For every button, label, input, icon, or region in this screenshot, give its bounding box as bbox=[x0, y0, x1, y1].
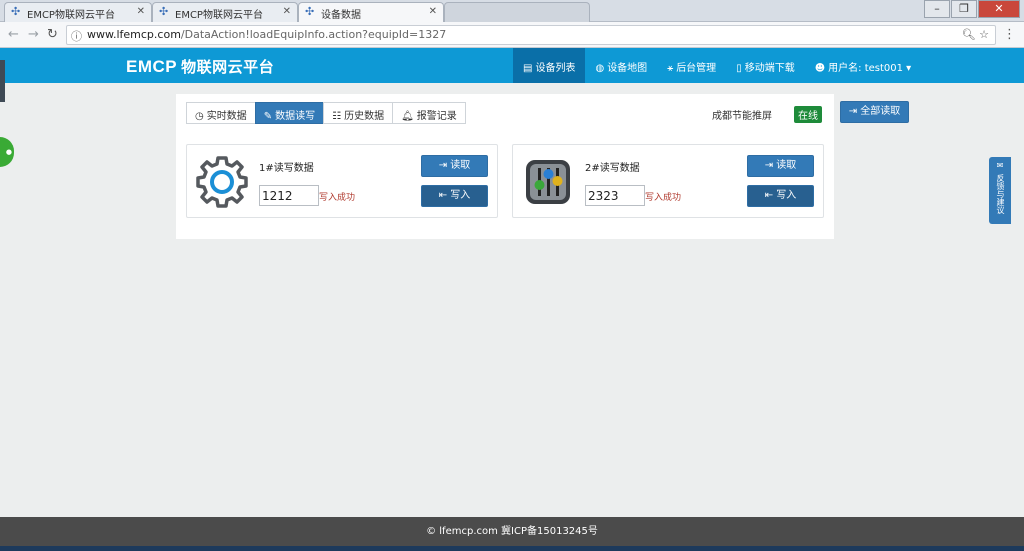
comment-icon: ✉ bbox=[996, 161, 1004, 170]
nav-user-menu[interactable]: ☻ 用户名: test001 ▾ bbox=[805, 48, 921, 83]
read-write-card-1: 1#读写数据 写入成功 ⇥ 读取 ⇤ 写入 bbox=[186, 144, 498, 218]
browser-menu-icon[interactable]: ⋮ bbox=[1003, 27, 1016, 42]
tab-close-icon[interactable]: ✕ bbox=[137, 6, 145, 17]
sub-tabs: ◷ 实时数据 ✎ 数据读写 ☷ 历史数据 🔔︎ 报警记录 bbox=[186, 102, 466, 124]
url-path: /DataAction!loadEquipInfo.action?equipId… bbox=[180, 28, 447, 41]
address-input[interactable]: ⓘ www.lfemcp.com/DataAction!loadEquipInf… bbox=[66, 25, 996, 45]
forward-icon[interactable]: → bbox=[28, 27, 39, 42]
write-button[interactable]: ⇤ 写入 bbox=[421, 185, 488, 207]
button-label: 读取 bbox=[776, 160, 797, 171]
write-icon: ⇤ bbox=[764, 190, 777, 201]
tab-label: 数据读写 bbox=[275, 111, 316, 122]
browser-tab-title: EMCP物联网云平台 bbox=[175, 10, 263, 21]
window-close-icon[interactable]: ✕ bbox=[978, 0, 1020, 18]
feedback-button[interactable]: ✉ 反馈与建议 bbox=[989, 157, 1011, 224]
user-icon: ☻ bbox=[814, 63, 826, 74]
footer-text: lfemcp.com 冀ICP备15013245号 bbox=[439, 526, 598, 537]
tab-label: 报警记录 bbox=[416, 111, 457, 122]
nav-device-map[interactable]: ◍ 设备地图 bbox=[585, 48, 657, 83]
main-nav: ▤ 设备列表 ◍ 设备地图 ⚹ 后台管理 ▯ 移动端下载 ☻ 用户名: test001 ▾ bbox=[513, 48, 921, 83]
card-title: 2#读写数据 bbox=[585, 163, 640, 174]
new-tab-button[interactable] bbox=[444, 2, 590, 22]
tab-label: 历史数据 bbox=[344, 111, 385, 122]
copyright-icon: © bbox=[426, 526, 440, 537]
read-icon: ⇥ bbox=[764, 160, 777, 171]
write-status: 写入成功 bbox=[645, 193, 682, 203]
logo-subtitle: 物联网云平台 bbox=[181, 59, 275, 76]
clock-icon: ◷ bbox=[195, 111, 204, 122]
tab-data-read-write[interactable]: ✎ 数据读写 bbox=[254, 102, 325, 124]
restore-icon[interactable]: ❐ bbox=[951, 0, 977, 18]
site-header: EMCP 物联网云平台 ▤ 设备列表 ◍ 设备地图 ⚹ 后台管理 ▯ 移动端下载 ☻ 用户名… bbox=[0, 48, 1024, 83]
button-label: 写入 bbox=[450, 190, 471, 201]
nav-device-list[interactable]: ▤ 设备列表 bbox=[513, 48, 586, 83]
left-float-widget[interactable]: ● bbox=[0, 137, 14, 167]
write-status: 写入成功 bbox=[319, 193, 356, 203]
nav-label: 设备列表 bbox=[535, 63, 576, 74]
site-favicon-icon: ✣ bbox=[11, 5, 21, 18]
window-controls: – ❐ ✕ bbox=[923, 0, 1020, 18]
bell-icon: 🔔︎ bbox=[401, 111, 414, 122]
site-favicon-icon: ✣ bbox=[305, 5, 315, 18]
value-input[interactable] bbox=[585, 185, 645, 206]
button-label: 全部读取 bbox=[860, 106, 901, 117]
browser-tab-title: 设备数据 bbox=[321, 10, 361, 21]
tab-alarm-records[interactable]: 🔔︎ 报警记录 bbox=[392, 102, 466, 124]
write-button[interactable]: ⇤ 写入 bbox=[747, 185, 814, 207]
logo-text: EMCP bbox=[126, 57, 178, 76]
browser-tab-1[interactable]: ✣ EMCP物联网云平台 ✕ bbox=[4, 2, 152, 22]
tab-history-data[interactable]: ☷ 历史数据 bbox=[323, 102, 394, 124]
url-domain: www.lfemcp.com bbox=[87, 28, 181, 41]
browser-tab-3[interactable]: ✣ 设备数据 ✕ bbox=[298, 2, 444, 22]
device-panel: ◷ 实时数据 ✎ 数据读写 ☷ 历史数据 🔔︎ 报警记录 成都节能推屏 在线 1#读写数… bbox=[176, 94, 834, 239]
write-icon: ⇤ bbox=[438, 190, 451, 201]
pencil-icon: ✎ bbox=[263, 111, 273, 122]
reload-icon[interactable]: ↻ bbox=[47, 27, 58, 42]
tab-close-icon[interactable]: ✕ bbox=[429, 6, 437, 17]
minimize-icon[interactable]: – bbox=[924, 0, 950, 18]
button-label: 写入 bbox=[776, 190, 797, 201]
nav-label: 移动端下载 bbox=[744, 63, 795, 74]
browser-tab-bar: ✣ EMCP物联网云平台 ✕ ✣ EMCP物联网云平台 ✕ ✣ 设备数据 ✕ –… bbox=[0, 0, 1024, 22]
table-icon: ☷ bbox=[332, 111, 342, 122]
site-footer: © lfemcp.com 冀ICP备15013245号 bbox=[0, 517, 1024, 546]
tab-close-icon[interactable]: ✕ bbox=[283, 6, 291, 17]
tab-label: 实时数据 bbox=[206, 111, 247, 122]
nav-admin[interactable]: ⚹ 后台管理 bbox=[657, 48, 726, 83]
site-logo[interactable]: EMCP 物联网云平台 bbox=[126, 56, 274, 77]
site-favicon-icon: ✣ bbox=[159, 5, 169, 18]
read-icon: ⇥ bbox=[848, 106, 861, 117]
card-title: 1#读写数据 bbox=[259, 163, 314, 174]
info-icon[interactable]: ⓘ bbox=[71, 28, 82, 44]
nav-label: 后台管理 bbox=[676, 63, 717, 74]
list-icon: ▤ bbox=[523, 63, 533, 74]
read-write-card-2: 2#读写数据 写入成功 ⇥ 读取 ⇤ 写入 bbox=[512, 144, 824, 218]
read-all-button[interactable]: ⇥ 全部读取 bbox=[840, 101, 909, 123]
nav-label: 设备地图 bbox=[607, 63, 648, 74]
read-button[interactable]: ⇥ 读取 bbox=[747, 155, 814, 177]
nav-mobile-download[interactable]: ▯ 移动端下载 bbox=[726, 48, 805, 83]
back-icon[interactable]: ← bbox=[8, 27, 19, 42]
globe-icon: ◍ bbox=[595, 63, 605, 74]
feedback-label: 反馈与建议 bbox=[996, 174, 1005, 214]
mobile-icon: ▯ bbox=[736, 63, 742, 74]
read-button[interactable]: ⇥ 读取 bbox=[421, 155, 488, 177]
gear-icon bbox=[196, 156, 248, 208]
browser-tab-title: EMCP物联网云平台 bbox=[27, 10, 115, 21]
status-badge: 在线 bbox=[794, 106, 822, 123]
device-name: 成都节能推屏 bbox=[712, 111, 772, 122]
browser-toolbar: ← → ↻ ⓘ www.lfemcp.com/DataAction!loadEq… bbox=[0, 22, 1024, 48]
os-taskbar bbox=[0, 546, 1024, 551]
tab-realtime-data[interactable]: ◷ 实时数据 bbox=[186, 102, 256, 124]
button-label: 读取 bbox=[450, 160, 471, 171]
nav-label: 用户名: test001 ▾ bbox=[828, 63, 912, 74]
browser-tab-2[interactable]: ✣ EMCP物联网云平台 ✕ bbox=[152, 2, 298, 22]
equalizer-icon bbox=[526, 160, 570, 204]
read-icon: ⇥ bbox=[438, 160, 451, 171]
sitemap-icon: ⚹ bbox=[667, 63, 674, 74]
left-edge-handle[interactable] bbox=[0, 60, 5, 102]
value-input[interactable] bbox=[259, 185, 319, 206]
zoom-icon[interactable]: 🔍︎ ☆ bbox=[962, 28, 989, 41]
